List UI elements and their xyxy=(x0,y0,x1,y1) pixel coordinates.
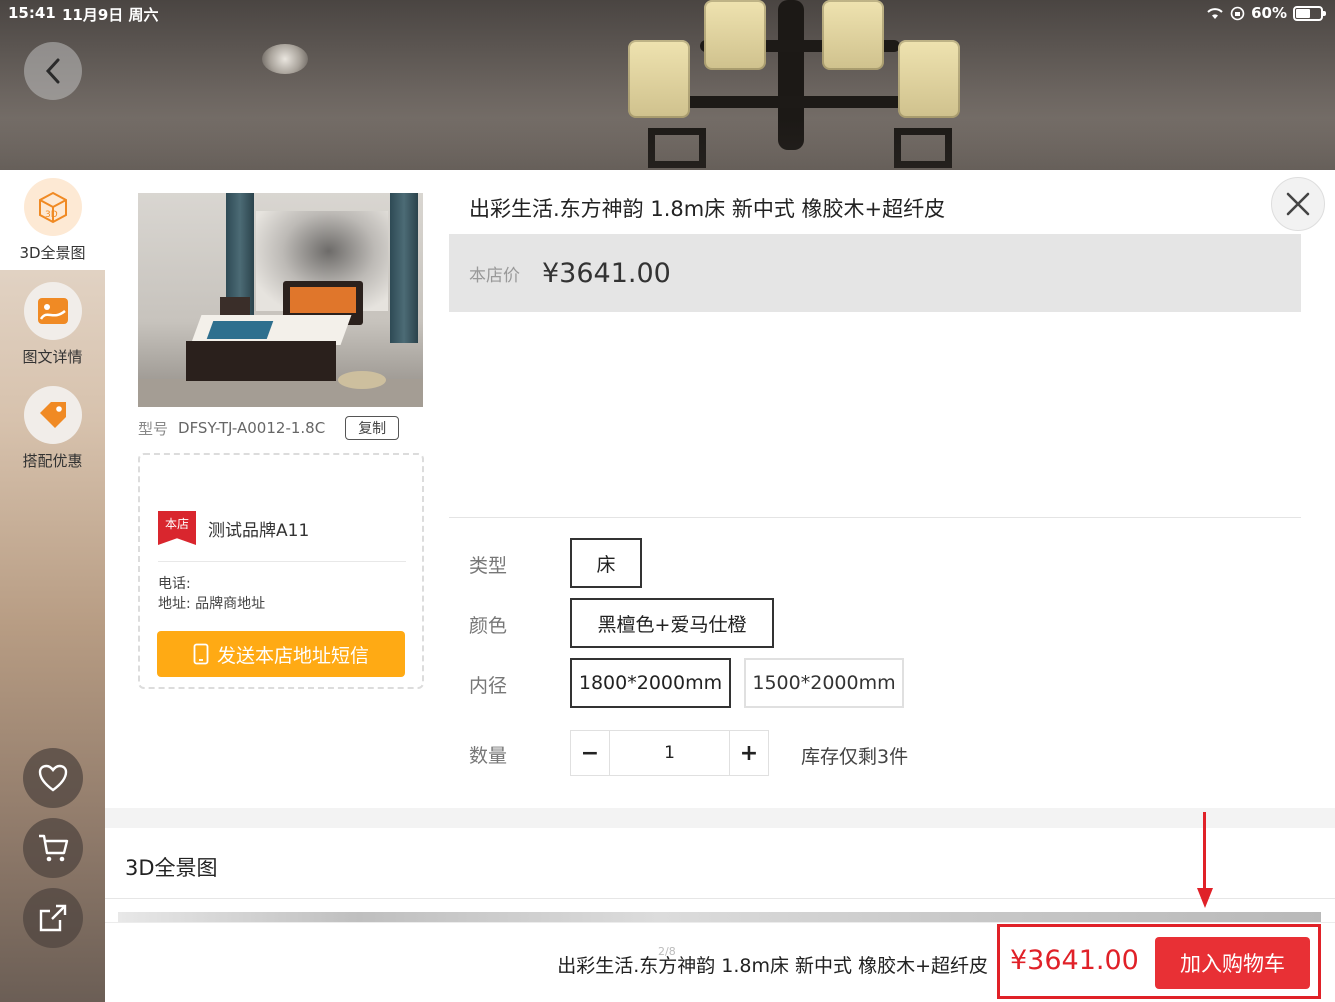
share-button[interactable] xyxy=(23,888,83,948)
decrement-button[interactable]: − xyxy=(571,731,609,775)
heart-icon xyxy=(38,764,68,792)
bottom-product-title: 出彩生活.东方神韵 1.8m床 新中式 橡胶木+超纤皮 xyxy=(557,955,988,977)
sms-button-label: 发送本店地址短信 xyxy=(216,644,369,667)
increment-button[interactable]: + xyxy=(730,731,768,775)
phone-label: 电话: xyxy=(158,576,191,592)
cart-button[interactable] xyxy=(23,818,83,878)
color-label: 颜色 xyxy=(469,615,508,637)
stock-note: 库存仅剩3件 xyxy=(801,746,909,768)
battery-percent: 60% xyxy=(1251,4,1287,22)
cart-icon xyxy=(39,834,69,862)
lamp-shade xyxy=(898,40,960,118)
send-sms-button[interactable]: 发送本店地址短信 xyxy=(157,631,405,677)
model-row: 型号 DFSY-TJ-A0012-1.8C 复制 xyxy=(138,416,400,440)
close-icon xyxy=(1286,192,1310,216)
ceiling-light xyxy=(262,44,308,74)
annotation-arrow-head xyxy=(1197,888,1213,908)
price-bar: 本店价 ¥3641.00 xyxy=(449,234,1301,312)
quantity-label: 数量 xyxy=(469,745,508,767)
bed-frame xyxy=(186,341,336,381)
checkout-highlight: ¥3641.00 加入购物车 xyxy=(997,924,1321,999)
ceiling-beam xyxy=(0,118,1335,170)
type-label: 类型 xyxy=(469,555,508,577)
add-to-cart-button[interactable]: 加入购物车 xyxy=(1155,937,1310,989)
orientation-lock-icon xyxy=(1230,6,1245,20)
bottom-price: ¥3641.00 xyxy=(1010,945,1139,976)
store-card: 本店 测试品牌A11 电话: 地址: 品牌商地址 发送本店地址短信 xyxy=(138,453,424,689)
price-value: ¥3641.00 xyxy=(542,257,671,289)
status-date: 11月9日 周六 xyxy=(62,6,159,24)
favorite-button[interactable] xyxy=(23,748,83,808)
price-label: 本店价 xyxy=(469,265,520,286)
tab-label: 3D全景图 xyxy=(19,244,86,262)
phone-icon xyxy=(193,643,209,665)
tab-label: 图文详情 xyxy=(22,348,83,366)
tag-icon xyxy=(23,386,82,444)
product-title: 出彩生活.东方神韵 1.8m床 新中式 橡胶木+超纤皮 xyxy=(469,197,946,221)
chevron-left-icon xyxy=(45,58,60,84)
address-value: 品牌商地址 xyxy=(195,596,266,612)
left-nav-rail: 3D 3D全景图 图文详情 搭配优惠 xyxy=(0,170,105,1002)
address-label: 地址: xyxy=(158,596,191,612)
size-label: 内径 xyxy=(469,675,508,697)
divider xyxy=(449,517,1301,518)
product-image[interactable] xyxy=(138,193,423,407)
store-brand: 本店 测试品牌A11 xyxy=(158,511,309,545)
bottom-bar: 出彩生活.东方神韵 1.8m床 新中式 橡胶木+超纤皮 2/8 ¥3641.00… xyxy=(105,922,1335,1002)
copy-button[interactable]: 复制 xyxy=(345,416,400,440)
3d-cube-icon: 3D xyxy=(23,178,82,236)
product-detail-panel: 型号 DFSY-TJ-A0012-1.8C 复制 本店 测试品牌A11 电话: … xyxy=(105,170,1335,1002)
headboard-cushion xyxy=(290,287,356,313)
annotation-arrow xyxy=(1203,812,1206,894)
section-separator xyxy=(105,808,1335,828)
floor-cushion xyxy=(338,371,386,389)
back-button[interactable] xyxy=(24,42,82,100)
tab-3d-panorama[interactable]: 3D 3D全景图 xyxy=(0,170,105,270)
status-bar: 15:41 11月9日 周六 60% xyxy=(0,0,1335,28)
wifi-icon xyxy=(1207,8,1223,19)
blanket xyxy=(206,321,274,339)
share-icon xyxy=(39,904,67,932)
close-button[interactable] xyxy=(1271,177,1325,231)
divider xyxy=(105,898,1335,899)
store-phone: 电话: xyxy=(158,573,191,593)
size-option[interactable]: 1500*2000mm xyxy=(744,658,904,708)
color-option[interactable]: 黑檀色+爱马仕橙 xyxy=(570,598,774,648)
tab-bundle-deals[interactable]: 搭配优惠 xyxy=(0,378,105,478)
battery-icon xyxy=(1293,5,1326,21)
lamp-shade xyxy=(628,40,690,118)
section-title: 3D全景图 xyxy=(125,856,218,880)
size-option-selected[interactable]: 1800*2000mm xyxy=(570,658,731,708)
page-indicator: 2/8 xyxy=(658,945,676,958)
divider xyxy=(158,561,406,562)
type-option[interactable]: 床 xyxy=(570,538,642,588)
status-right: 60% xyxy=(1206,4,1326,22)
quantity-field[interactable]: 1 xyxy=(609,731,730,775)
battery-fill xyxy=(1296,8,1311,18)
curtain xyxy=(390,193,418,343)
svg-text:3D: 3D xyxy=(45,210,58,220)
quantity-stepper: − 1 + xyxy=(570,730,769,776)
tab-image-details[interactable]: 图文详情 xyxy=(0,274,105,374)
model-value: DFSY-TJ-A0012-1.8C xyxy=(178,419,326,437)
store-badge: 本店 xyxy=(158,511,196,545)
store-address: 地址: 品牌商地址 xyxy=(158,593,265,613)
status-time: 15:41 xyxy=(8,4,56,22)
tab-label: 搭配优惠 xyxy=(22,452,83,470)
model-label: 型号 xyxy=(138,419,169,438)
image-icon xyxy=(23,282,82,340)
brand-name: 测试品牌A11 xyxy=(208,520,310,541)
